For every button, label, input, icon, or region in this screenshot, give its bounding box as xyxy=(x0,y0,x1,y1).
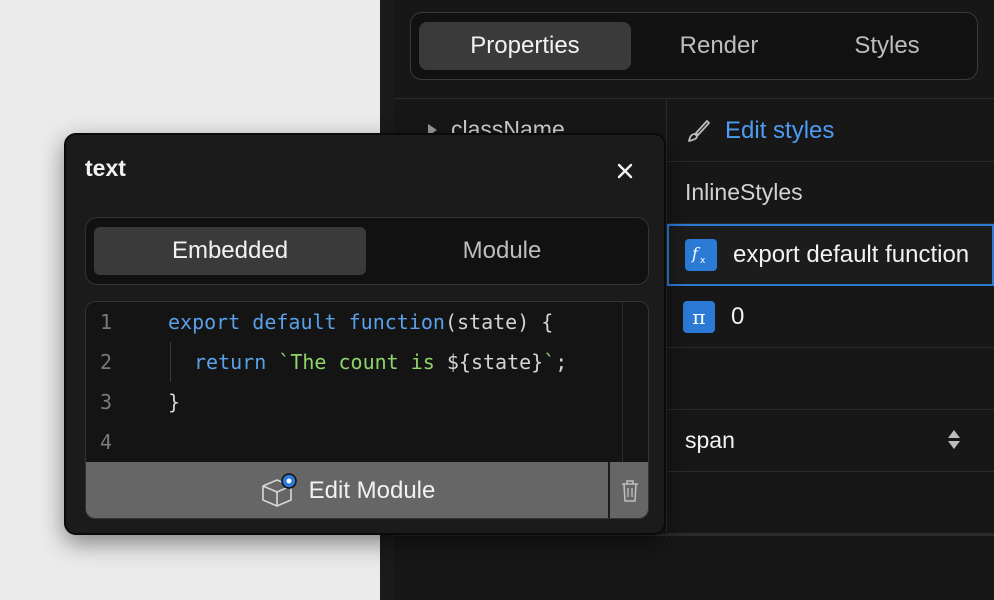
line-number: 1 xyxy=(99,310,113,334)
edit-module-button[interactable]: Edit Module xyxy=(86,462,608,518)
panel-tabs: Properties Render Styles xyxy=(410,12,978,80)
module-icon xyxy=(261,473,297,507)
trash-icon xyxy=(622,480,638,502)
code-interp: ${state} xyxy=(446,350,544,374)
line-number: 3 xyxy=(99,390,113,414)
popup-title: text xyxy=(85,155,126,181)
segment-module[interactable]: Module xyxy=(366,227,638,275)
pi-icon: π xyxy=(683,300,715,333)
function-value[interactable]: export default function xyxy=(733,241,969,269)
mode-segmented-control: Embedded Module xyxy=(85,217,649,285)
tab-render[interactable]: Render xyxy=(631,22,807,70)
editor-scrollbar[interactable] xyxy=(622,302,623,462)
close-icon[interactable] xyxy=(614,160,636,182)
code-keyword: return xyxy=(194,350,267,374)
svg-text:x: x xyxy=(700,256,706,266)
edit-module-label: Edit Module xyxy=(308,477,436,504)
pi-value-row[interactable]: π 0 xyxy=(667,286,994,348)
indent-guide xyxy=(170,342,171,382)
brush-icon xyxy=(688,119,710,142)
edit-styles-row[interactable]: Edit styles xyxy=(667,100,994,162)
segment-embedded[interactable]: Embedded xyxy=(94,227,366,275)
code-line: 2 return `The count is ${state}`; xyxy=(86,342,622,382)
function-value-row[interactable]: f x export default function xyxy=(667,224,994,286)
tab-properties[interactable]: Properties xyxy=(419,22,631,70)
delete-module-button[interactable] xyxy=(610,462,648,518)
code-string: ` xyxy=(543,350,556,374)
tag-select-value: span xyxy=(685,427,735,453)
function-icon: f x xyxy=(685,239,717,271)
code-keyword: export default function xyxy=(168,310,445,334)
tab-styles[interactable]: Styles xyxy=(807,22,967,70)
empty-row xyxy=(667,348,994,410)
empty-row-2 xyxy=(667,472,994,534)
code-text: return `The count is ${state}`; xyxy=(194,350,567,374)
code-plain: ; xyxy=(555,350,568,374)
edit-styles-link[interactable]: Edit styles xyxy=(725,117,834,145)
code-plain: (state) { xyxy=(444,310,554,334)
text-binding-popup: text Embedded Module 1 export default fu… xyxy=(64,133,666,535)
tag-select[interactable]: span xyxy=(667,410,994,472)
code-area[interactable]: 1 export default function(state) { 2 ret… xyxy=(86,302,622,462)
code-editor[interactable]: 1 export default function(state) { 2 ret… xyxy=(85,301,649,519)
line-number: 2 xyxy=(99,350,113,374)
pi-value[interactable]: 0 xyxy=(731,303,744,331)
code-line: 4 xyxy=(86,422,622,462)
code-string: `The count is xyxy=(278,350,447,374)
code-line: 3 } xyxy=(86,382,622,422)
select-arrows-icon xyxy=(948,430,960,449)
code-line: 1 export default function(state) { xyxy=(86,302,622,342)
inline-styles-label: InlineStyles xyxy=(685,179,803,205)
line-number: 4 xyxy=(99,430,113,454)
inline-styles-row: InlineStyles xyxy=(667,162,994,224)
code-text: } xyxy=(168,390,181,414)
code-text: export default function(state) { xyxy=(168,310,553,334)
